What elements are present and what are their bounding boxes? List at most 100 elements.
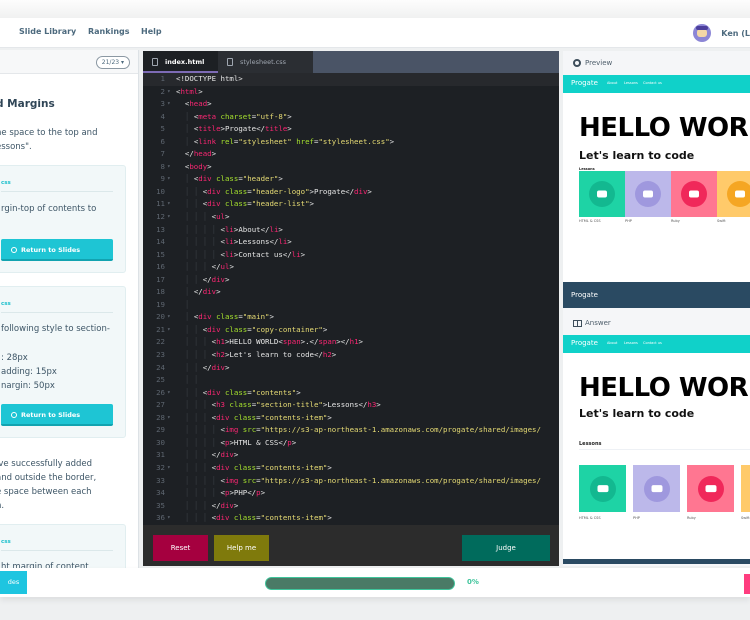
code-text: <head>	[184, 99, 212, 109]
site-nav-item: Contact us	[643, 81, 662, 85]
code-line[interactable]: 9 ▾ │ <div class="header">	[143, 173, 559, 186]
line-number: 29	[156, 425, 165, 435]
exercise-card: css following style to section- : 28px a…	[0, 286, 126, 438]
code-line[interactable]: 20 ▾ │ <div class="main">	[143, 311, 559, 324]
fold-icon[interactable]: ▾	[167, 173, 171, 186]
code-line[interactable]: 22 │ │ │ <h1>HELLO WORLD<span>.</span></…	[143, 336, 559, 349]
code-text: │ │ │ <h3 class="section-title">Lessons<…	[184, 400, 381, 410]
line-number: 20	[156, 312, 165, 322]
tab-stylesheet-css[interactable]: stylesheet.css	[218, 51, 313, 73]
return-to-slides-button[interactable]: Return to Slides	[1, 239, 113, 261]
fold-icon[interactable]: ▾	[167, 98, 171, 111]
fold-icon[interactable]: ▾	[167, 86, 171, 99]
line-number: 9	[160, 174, 165, 184]
code-line[interactable]: 35 │ │ │ </div>	[143, 500, 559, 513]
line-number: 36	[156, 513, 165, 523]
code-line[interactable]: 28 ▾ │ │ │ <div class="contents-item">	[143, 412, 559, 425]
code-line[interactable]: 16 │ │ │ </ul>	[143, 261, 559, 274]
code-line[interactable]: 7 </head>	[143, 148, 559, 161]
code-line[interactable]: 2 ▾ <html>	[143, 86, 559, 99]
lesson-label: PHP	[633, 516, 640, 520]
code-text: │ │ │ │ <p>HTML & CSS</p>	[184, 437, 297, 447]
code-line[interactable]: 30 │ │ │ │ <p>HTML & CSS</p>	[143, 437, 559, 450]
code-line[interactable]: 4 │ <meta charset="utf-8">	[143, 111, 559, 124]
code-line[interactable]: 25 │ │	[143, 374, 559, 387]
line-number: 3	[160, 99, 165, 109]
fold-icon[interactable]: ▾	[167, 324, 171, 337]
code-line[interactable]: 26 ▾ │ │ <div class="contents">	[143, 387, 559, 400]
lesson-tile	[579, 171, 625, 217]
site-nav-item: About	[607, 81, 618, 85]
code-text: </head>	[184, 149, 217, 159]
code-line[interactable]: 31 │ │ │ </div>	[143, 449, 559, 462]
fold-icon[interactable]: ▾	[167, 161, 171, 174]
code-line[interactable]: 19 │	[143, 299, 559, 312]
divider	[1, 550, 113, 551]
code-line[interactable]: 5 │ <title>Progate</title>	[143, 123, 559, 136]
fold-icon[interactable]: ▾	[167, 512, 171, 525]
code-line[interactable]: 11 ▾ │ │ <div class="header-list">	[143, 198, 559, 211]
code-text: <!DOCTYPE html>	[176, 74, 243, 83]
code-line[interactable]: 34 │ │ │ │ <p>PHP</p>	[143, 487, 559, 500]
code-line[interactable]: 15 │ │ │ │ <li>Contact us</li>	[143, 249, 559, 262]
line-number: 32	[156, 462, 165, 472]
code-line[interactable]: 18 │ </div>	[143, 286, 559, 299]
code-text: │ │ │ │ <p>PHP</p>	[184, 488, 266, 498]
fold-icon[interactable]: ▾	[167, 412, 171, 425]
site-footer	[563, 559, 750, 564]
intro-text: essons".	[0, 142, 32, 152]
return-to-slides-button[interactable]: Return to Slides	[1, 404, 113, 426]
code-line[interactable]: 33 │ │ │ │ <img src="https://s3-ap-north…	[143, 475, 559, 488]
code-line[interactable]: 12 ▾ │ │ │ <ul>	[143, 211, 559, 224]
code-line[interactable]: 29 │ │ │ │ <img src="https://s3-ap-north…	[143, 424, 559, 437]
file-icon	[152, 58, 158, 66]
user-menu[interactable]: Ken (L	[693, 22, 750, 44]
code-line[interactable]: 1 <!DOCTYPE html>	[143, 73, 559, 86]
code-line[interactable]: 3 ▾ <head>	[143, 98, 559, 111]
code-line[interactable]: 27 │ │ │ <h3 class="section-title">Lesso…	[143, 399, 559, 412]
line-number: 18	[156, 287, 165, 297]
lesson-icon-inner	[597, 190, 607, 198]
file-icon	[227, 58, 233, 66]
code-line[interactable]: 6 │ <link rel="stylesheet" href="stylesh…	[143, 136, 559, 149]
next-button[interactable]	[744, 574, 750, 594]
nav-help[interactable]: Help	[141, 27, 162, 36]
card-text: ht margin of content	[1, 562, 89, 568]
fold-icon[interactable]: ▾	[167, 462, 171, 475]
site-footer: Progate	[563, 282, 750, 308]
site-nav-item: About	[607, 341, 618, 345]
judge-button[interactable]: Judge	[462, 535, 550, 561]
fold-icon[interactable]: ▾	[167, 387, 171, 400]
slides-button[interactable]: des	[0, 571, 27, 594]
code-line[interactable]: 32 ▾ │ │ │ <div class="contents-item">	[143, 462, 559, 475]
lesson-icon-inner	[689, 190, 699, 198]
button-label: Return to Slides	[21, 411, 81, 419]
code-text: │ <meta charset="utf-8">	[184, 111, 292, 121]
code-area[interactable]: 1 <!DOCTYPE html> 2 ▾ <html> 3 ▾ <head> 4 │ <me…	[143, 73, 559, 525]
line-number: 17	[156, 274, 165, 284]
code-line[interactable]: 17 │ │ </div>	[143, 274, 559, 287]
code-line[interactable]: 14 │ │ │ │ <li>Lessons</li>	[143, 236, 559, 249]
code-line[interactable]: 8 ▾ <body>	[143, 161, 559, 174]
reset-button[interactable]: Reset	[153, 535, 208, 561]
line-number: 8	[160, 161, 165, 171]
fold-icon[interactable]: ▾	[167, 198, 171, 211]
site-nav-item: Lessons	[624, 81, 638, 85]
code-text: │ │ │ │ <li>Contact us</li>	[184, 249, 306, 259]
code-editor: index.html stylesheet.css 1 <!DOCTYPE htm…	[143, 51, 559, 566]
code-line[interactable]: 23 │ │ │ <h2>Let's learn to code</h2>	[143, 349, 559, 362]
line-number: 14	[156, 237, 165, 247]
code-line[interactable]: 10 │ │ <div class="header-logo">Progate<…	[143, 186, 559, 199]
code-text: │ │ │ </ul>	[184, 262, 234, 272]
code-line[interactable]: 24 │ │ </div>	[143, 362, 559, 375]
code-line[interactable]: 13 │ │ │ │ <li>About</li>	[143, 224, 559, 237]
line-number: 15	[156, 249, 165, 259]
fold-icon[interactable]: ▾	[167, 211, 171, 224]
user-name: Ken (L	[721, 28, 750, 38]
tab-index-html[interactable]: index.html	[143, 51, 218, 73]
help-me-button[interactable]: Help me	[214, 535, 269, 561]
code-line[interactable]: 36 ▾ │ │ │ <div class="contents-item">	[143, 512, 559, 525]
code-text: <body>	[184, 161, 212, 171]
code-line[interactable]: 21 ▾ │ │ <div class="copy-container">	[143, 324, 559, 337]
fold-icon[interactable]: ▾	[167, 311, 171, 324]
